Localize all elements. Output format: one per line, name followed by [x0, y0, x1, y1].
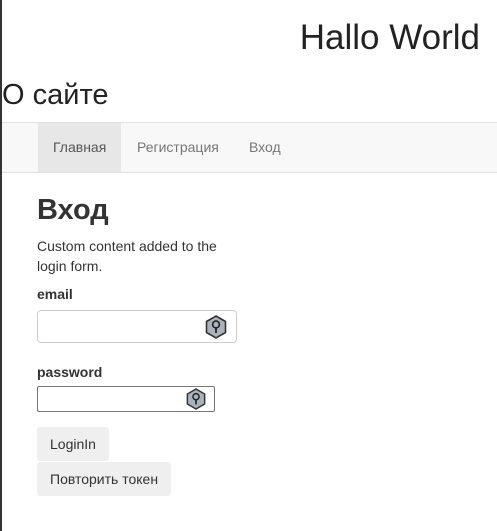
page-title: Вход [37, 194, 109, 226]
email-label: email [37, 286, 73, 302]
key-icon[interactable] [205, 314, 227, 339]
key-icon[interactable] [186, 388, 206, 410]
login-form: Вход Custom content added to the login f… [37, 192, 247, 496]
nav-item-register[interactable]: Регистрация [122, 123, 234, 172]
login-button[interactable]: LoginIn [37, 427, 109, 461]
password-field-wrapper [37, 386, 215, 412]
custom-content-text: Custom content added to the login form. [37, 238, 217, 274]
nav-item-home[interactable]: Главная [38, 123, 122, 172]
nav-item-login[interactable]: Вход [234, 123, 296, 172]
retry-token-button[interactable]: Повторить токен [37, 462, 172, 496]
email-field-wrapper [37, 310, 237, 343]
site-header-title: Hallo World [299, 18, 480, 57]
navbar: Главная Регистрация Вход [2, 122, 497, 173]
about-heading: О сайте [2, 79, 109, 111]
password-label: password [37, 364, 103, 380]
